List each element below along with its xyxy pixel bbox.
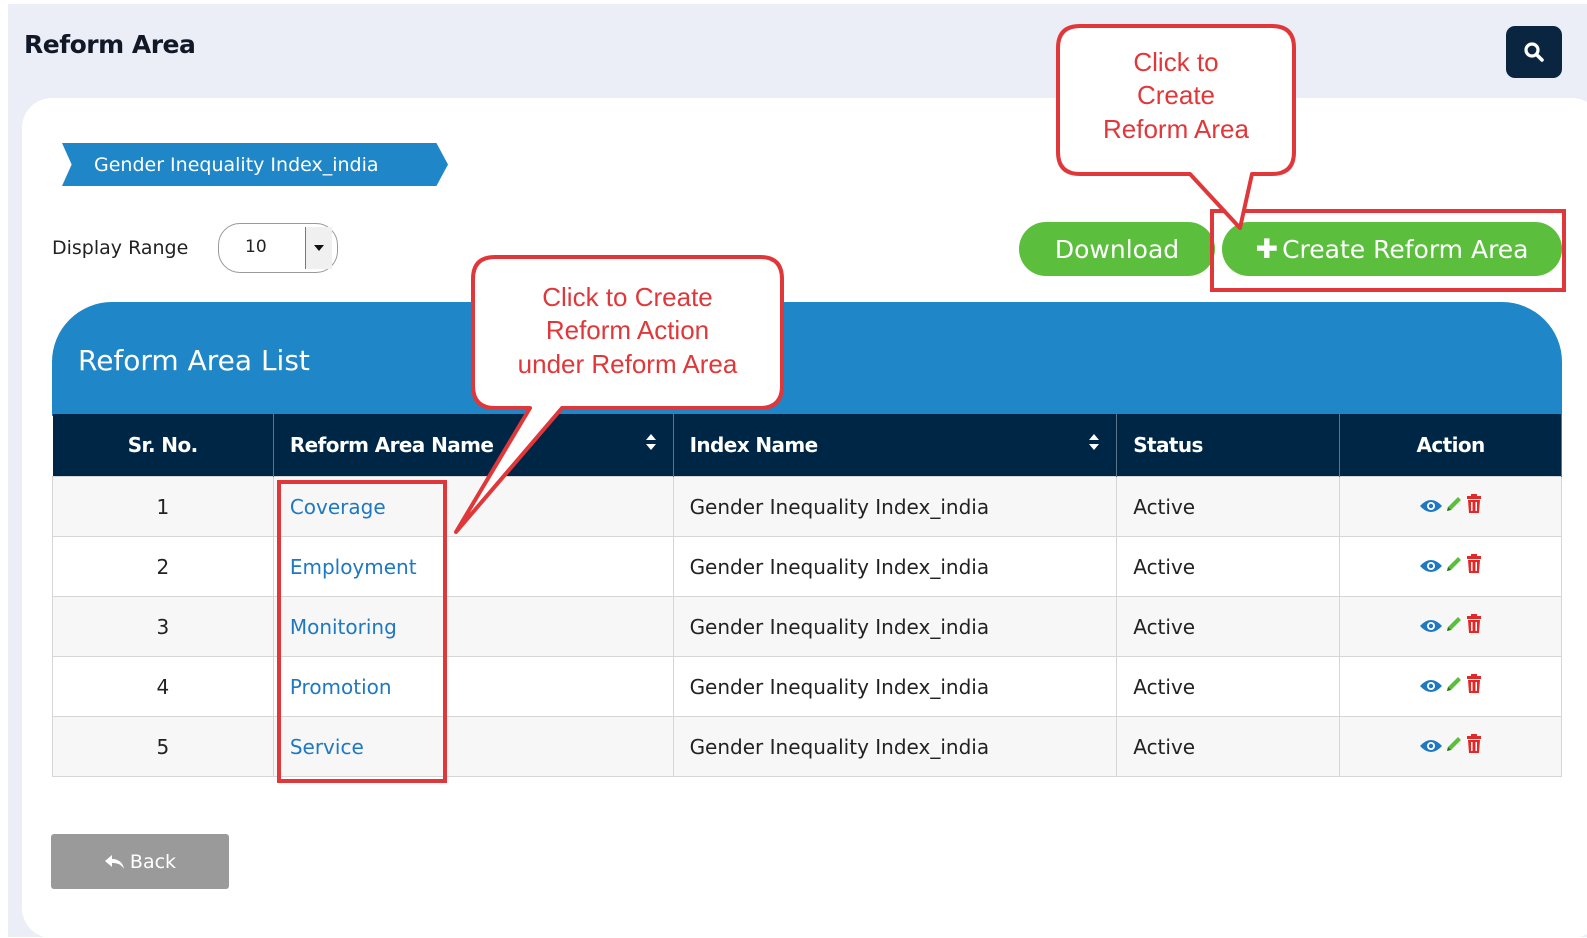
trash-icon[interactable] [1465,554,1483,579]
trash-icon[interactable] [1465,674,1483,699]
column-header-sr-no: Sr. No. [52,414,274,477]
download-button[interactable]: Download [1019,222,1215,276]
eye-icon[interactable] [1419,615,1443,639]
cell-index-name: Gender Inequality Index_india [672,656,1118,717]
display-range-value: 10 [245,237,267,257]
row-actions [1419,674,1483,699]
panel-title: Reform Area List [78,344,310,377]
status-badge: Active [1116,536,1341,597]
cell-sr-no: 3 [52,596,274,657]
cell-sr-no: 2 [52,536,274,597]
page-title: Reform Area [24,30,196,59]
sort-icon[interactable] [1088,432,1100,452]
trash-icon[interactable] [1465,494,1483,519]
row-actions [1419,614,1483,639]
breadcrumb-label: Gender Inequality Index_india [94,153,379,176]
eye-icon[interactable] [1419,735,1443,759]
cell-index-name: Gender Inequality Index_india [672,596,1118,657]
cell-action [1339,716,1562,777]
status-badge: Active [1116,656,1341,717]
cell-action [1339,536,1562,597]
pencil-icon[interactable] [1444,494,1464,519]
sort-icon[interactable] [645,432,657,452]
pencil-icon[interactable] [1444,734,1464,759]
pencil-icon[interactable] [1444,554,1464,579]
cell-index-name: Gender Inequality Index_india [672,476,1118,537]
display-range-select[interactable]: 10 [218,223,338,273]
cell-sr-no: 4 [52,656,274,717]
column-header-label: Index Name [689,433,819,457]
eye-icon[interactable] [1419,495,1443,519]
table-header-row: Sr. No. Reform Area Name Index Name Stat… [52,414,1562,477]
breadcrumb[interactable]: Gender Inequality Index_india [62,143,448,186]
search-icon [1524,42,1544,62]
status-badge: Active [1116,716,1341,777]
back-button-label: Back [129,850,177,873]
highlight-create-button [1210,209,1566,292]
column-header-label: Reform Area Name [289,433,494,457]
column-header-action: Action [1339,414,1562,477]
cell-action [1339,596,1562,657]
callout-line: under Reform Area [517,348,738,379]
highlight-reform-area-names [277,480,447,783]
cell-action [1339,476,1562,537]
pencil-icon[interactable] [1444,674,1464,699]
cell-action [1339,656,1562,717]
cell-index-name: Gender Inequality Index_india [672,536,1118,597]
callout-line: Click to [1133,47,1219,77]
status-badge: Active [1116,476,1341,537]
callout-create-action-text: Click to Create Reform Action under Refo… [475,281,780,381]
cell-sr-no: 5 [52,716,274,777]
row-actions [1419,734,1483,759]
callout-line: Reform Action [545,315,710,346]
status-badge: Active [1116,596,1341,657]
cell-index-name: Gender Inequality Index_india [672,716,1118,777]
column-header-index-name[interactable]: Index Name [673,414,1118,477]
display-range-label: Display Range [52,237,189,259]
column-header-reform-area-name[interactable]: Reform Area Name [273,414,674,477]
callout-line: Reform Area [1103,113,1249,144]
eye-icon[interactable] [1419,675,1443,699]
trash-icon[interactable] [1465,614,1483,639]
trash-icon[interactable] [1465,734,1483,759]
column-header-status: Status [1116,414,1341,477]
row-actions [1419,494,1483,519]
row-actions [1419,554,1483,579]
back-button[interactable]: Back [51,834,229,889]
reply-arrow-icon [104,854,124,869]
panel-header: Reform Area List [52,302,1562,416]
eye-icon[interactable] [1419,555,1443,579]
callout-line: Create [1136,80,1216,111]
callout-create-area-text: Click to Create Reform Area [1060,46,1292,146]
search-button[interactable] [1506,26,1562,78]
callout-line: Click to Create [542,282,713,312]
pencil-icon[interactable] [1444,614,1464,639]
cell-sr-no: 1 [52,476,274,537]
dropdown-arrow-icon[interactable] [305,227,332,269]
download-button-label: Download [1054,234,1180,264]
